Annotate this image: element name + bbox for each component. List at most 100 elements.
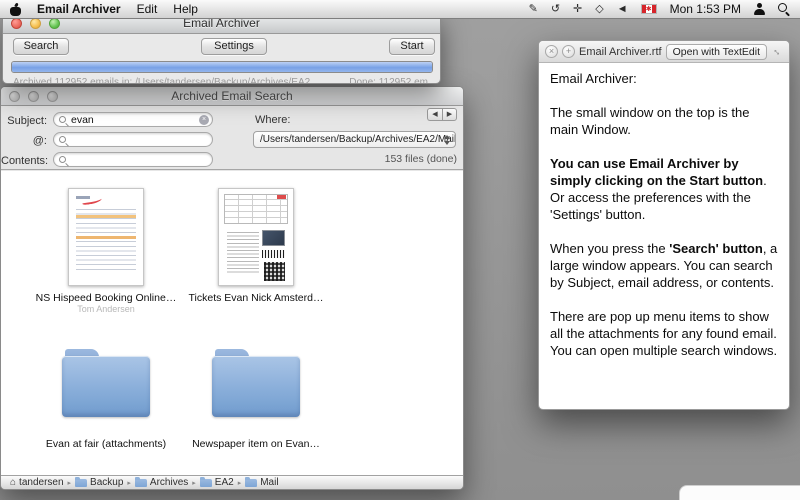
document-preview: Email Archiver: The small window on the …	[539, 63, 789, 359]
contents-input[interactable]	[71, 153, 197, 166]
path-separator-icon: ▸	[127, 479, 131, 487]
folder-icon	[212, 349, 300, 417]
desktop[interactable]: Email Archiver Edit Help ✎ ↺ ✛ ◇ ◄ ✱ Mon…	[0, 0, 800, 500]
forward-button[interactable]: ▶	[442, 108, 457, 121]
menu-bar: Email Archiver Edit Help ✎ ↺ ✛ ◇ ◄ ✱ Mon…	[0, 0, 800, 19]
open-with-textedit-button[interactable]: Open with TextEdit	[666, 44, 767, 60]
address-field[interactable]	[53, 132, 213, 147]
doc-paragraph: There are pop up menu items to show all …	[550, 308, 778, 359]
address-input[interactable]	[71, 133, 197, 146]
search-window-title: Archived Email Search	[171, 89, 292, 103]
menu-clock[interactable]: Mon 1:53 PM	[670, 2, 741, 16]
minimize-button[interactable]	[30, 18, 41, 29]
file-item-ns-hispeed[interactable]: NS Hispeed Booking Online… Tom Andersen	[31, 171, 181, 317]
close-button[interactable]	[11, 18, 22, 29]
archived-email-search-window: Archived Email Search ◀ ▶ Subject: × @: …	[0, 86, 464, 490]
folder-item-newspaper[interactable]: Newspaper item on Evan…	[181, 317, 331, 463]
add-icon[interactable]: +	[562, 45, 575, 58]
pathbar-label: Backup	[90, 477, 123, 488]
where-label: Where:	[255, 114, 290, 126]
file-label: Evan at fair (attachments)	[46, 438, 166, 450]
pathbar-item-archives[interactable]: Archives	[135, 477, 188, 488]
status-text-left: Archived 112952 emails in: /Users/tander…	[13, 77, 313, 84]
folder-icon	[200, 479, 212, 487]
pathbar-item-ea2[interactable]: EA2	[200, 477, 234, 488]
menu-edit[interactable]: Edit	[137, 2, 158, 16]
spotlight-icon[interactable]	[778, 3, 790, 15]
progress-bar	[11, 61, 433, 73]
path-separator-icon: ▸	[238, 479, 242, 487]
flag-band	[652, 5, 656, 13]
menu-help[interactable]: Help	[173, 2, 198, 16]
search-button[interactable]: Search	[13, 38, 69, 55]
input-language-flag-icon[interactable]: ✱	[641, 4, 657, 14]
status-text-right: Done: 112952 em…	[349, 77, 438, 84]
folder-icon	[75, 479, 87, 487]
folder-item-evan-and-nick[interactable]: Evan & nick (attachments)	[181, 463, 331, 475]
results-area: NS Hispeed Booking Online… Tom Andersen …	[1, 171, 463, 475]
user-switch-icon[interactable]	[754, 3, 765, 15]
folder-item-evan-at-fair[interactable]: Evan at fair (attachments)	[31, 317, 181, 463]
file-item-silver-medal[interactable]: Evan Anderson Silver Medal… MARK	[31, 463, 181, 475]
results-count: 153 files (done)	[253, 153, 457, 165]
quicklook-title: Email Archiver.rtf	[579, 46, 662, 58]
close-icon[interactable]: ×	[545, 45, 558, 58]
close-button[interactable]	[9, 91, 20, 102]
doc-paragraph: You can use Email Archiver by simply cli…	[550, 155, 778, 223]
settings-button[interactable]: Settings	[201, 38, 267, 55]
quicklook-window: × + Email Archiver.rtf Open with TextEdi…	[538, 40, 790, 410]
fullscreen-icon[interactable]: ↔	[769, 43, 786, 60]
progress-fill	[12, 62, 432, 72]
folder-icon	[135, 479, 147, 487]
back-button[interactable]: ◀	[427, 108, 442, 121]
where-popup[interactable]: /Users/tandersen/Backup/Archives/EA2/Mai…	[253, 131, 456, 148]
file-label: Newspaper item on Evan…	[192, 438, 320, 450]
path-separator-icon: ▸	[68, 479, 72, 487]
airport-icon[interactable]: ◇	[595, 0, 603, 19]
file-label: NS Hispeed Booking Online…	[36, 292, 177, 304]
pathbar-label: Mail	[260, 477, 278, 488]
start-button[interactable]: Start	[389, 38, 435, 55]
subject-field[interactable]: ×	[53, 112, 213, 127]
path-bar: ⌂ tandersen ▸ Backup ▸ Archives ▸ EA2 ▸ …	[1, 475, 463, 489]
search-window-titlebar[interactable]: Archived Email Search	[1, 87, 463, 106]
pathbar-item-backup[interactable]: Backup	[75, 477, 123, 488]
zoom-button[interactable]	[47, 91, 58, 102]
home-icon: ⌂	[10, 478, 16, 488]
file-label: Tickets Evan Nick Amsterd…	[189, 292, 324, 304]
pen-icon[interactable]: ✎	[529, 0, 538, 19]
minimize-button[interactable]	[28, 91, 39, 102]
folder-icon	[62, 349, 150, 417]
time-machine-icon[interactable]: ↺	[551, 0, 560, 19]
popup-arrows-icon	[444, 135, 451, 145]
path-separator-icon: ▸	[192, 479, 196, 487]
subject-input[interactable]	[71, 113, 197, 126]
pathbar-label: EA2	[215, 477, 234, 488]
search-icon	[59, 156, 68, 165]
pathbar-item-mail[interactable]: Mail	[245, 477, 278, 488]
search-icon	[59, 116, 68, 125]
back-forward-control: ◀ ▶	[427, 108, 457, 121]
subject-label: Subject:	[1, 115, 47, 127]
document-thumbnail	[68, 188, 144, 286]
pathbar-item-home[interactable]: ⌂ tandersen	[10, 477, 64, 488]
file-subtitle: Tom Andersen	[77, 304, 135, 314]
email-archiver-window: Email Archiver Search Settings Start Arc…	[2, 13, 441, 84]
where-popup-value: /Users/tandersen/Backup/Archives/EA2/Mai…	[260, 134, 456, 145]
address-label: @:	[1, 135, 47, 147]
apple-menu-icon[interactable]	[10, 3, 21, 16]
quicklook-titlebar[interactable]: × + Email Archiver.rtf Open with TextEdi…	[539, 41, 789, 63]
volume-icon[interactable]: ◄	[617, 0, 628, 19]
search-icon	[59, 136, 68, 145]
file-item-tickets[interactable]: Tickets Evan Nick Amsterd…	[181, 171, 331, 317]
accessibility-icon[interactable]: ✛	[573, 0, 582, 19]
document-thumbnail	[218, 188, 294, 286]
contents-field[interactable]	[53, 152, 213, 167]
zoom-button[interactable]	[49, 18, 60, 29]
clear-icon[interactable]: ×	[199, 115, 209, 125]
menu-app-name[interactable]: Email Archiver	[37, 2, 121, 16]
contents-label: Contents:	[1, 155, 47, 167]
doc-paragraph: When you press the 'Search' button, a la…	[550, 240, 778, 291]
pathbar-label: Archives	[150, 477, 188, 488]
folder-icon	[245, 479, 257, 487]
